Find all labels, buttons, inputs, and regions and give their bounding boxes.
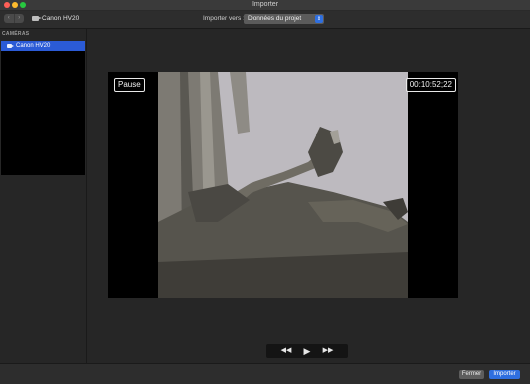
sidebar-section-title: CAMÉRAS [2, 31, 30, 37]
toolbar: ‹ › Canon HV20 Importer vers : Données d… [0, 11, 530, 29]
close-button[interactable]: Fermer [459, 370, 484, 379]
back-button[interactable]: ‹ [4, 14, 14, 23]
footer-bar: Fermer Importer [0, 363, 530, 384]
navigation-segment: ‹ › [4, 14, 24, 23]
camera-preview-thumbnail [1, 51, 85, 175]
video-frame-image [158, 72, 408, 298]
pause-button[interactable]: Pause [114, 78, 145, 92]
sidebar: CAMÉRAS Canon HV20 [0, 29, 87, 363]
fast-forward-button[interactable]: ▶▶ [318, 344, 338, 358]
rewind-button[interactable]: ◀◀ [276, 344, 296, 358]
destination-value: Données du projet [248, 15, 302, 22]
forward-button[interactable]: › [13, 14, 25, 23]
timecode-display: 00:10:52;22 [405, 78, 456, 92]
gargoyle-image [158, 72, 408, 298]
device-name: Canon HV20 [42, 15, 80, 22]
title-bar: Importer [0, 0, 530, 11]
video-viewer[interactable]: Pause 00:10:52;22 [108, 72, 458, 298]
camera-icon [7, 44, 14, 48]
destination-select[interactable]: Données du projet ⇕ [244, 14, 324, 24]
play-button[interactable]: ▶ [297, 344, 317, 358]
import-to-label: Importer vers : [203, 15, 245, 22]
import-button[interactable]: Importer [489, 370, 520, 379]
transport-controls: ◀◀ ▶ ▶▶ [266, 344, 348, 358]
select-arrows-icon: ⇕ [315, 15, 323, 23]
camera-icon [32, 16, 42, 21]
window-title: Importer [251, 1, 279, 8]
sidebar-item-canon-hv20[interactable]: Canon HV20 [1, 41, 85, 51]
sidebar-item-label: Canon HV20 [16, 43, 51, 49]
